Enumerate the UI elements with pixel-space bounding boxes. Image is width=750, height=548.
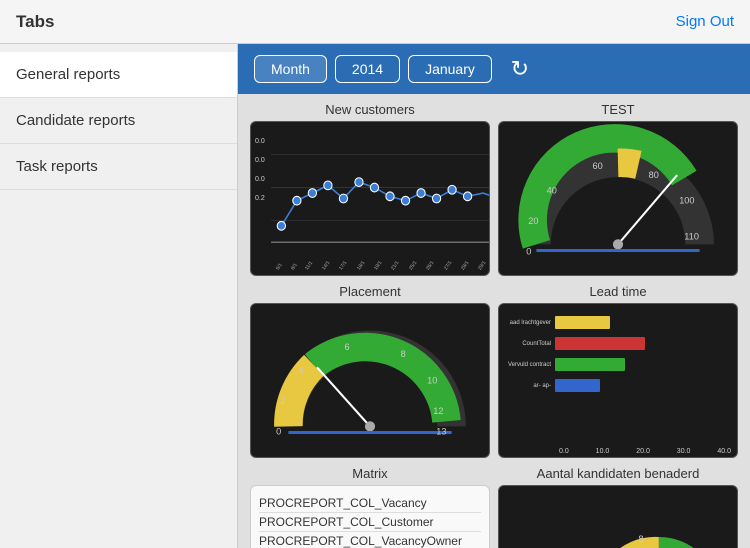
chart-matrix-box: PROCREPORT_COL_Vacancy PROCREPORT_COL_Cu… [250, 485, 490, 548]
svg-text:8: 8 [638, 534, 643, 544]
chart-new-customers-title: New customers [325, 102, 415, 117]
charts-grid: New customers 0.0 0.0 0.0 0.2 [238, 94, 750, 548]
chart-test: TEST 0 [498, 102, 738, 276]
refresh-icon: ↻ [511, 56, 529, 82]
matrix-row-1: PROCREPORT_COL_Customer [259, 513, 481, 532]
refresh-button[interactable]: ↻ [504, 53, 536, 85]
sidebar-item-general[interactable]: General reports [0, 52, 237, 98]
chart-new-customers-box: 0.0 0.0 0.0 0.2 [250, 121, 490, 276]
signout-link[interactable]: Sign Out [676, 13, 734, 30]
svg-text:12: 12 [433, 406, 443, 416]
y-label-4: 0.2 [255, 195, 265, 202]
svg-text:60: 60 [593, 161, 603, 171]
y-label-2: 0.0 [255, 157, 265, 164]
chart-aantal: Aantal kandidaten benaderd 6 8 4 [498, 466, 738, 548]
placement-gauge-svg: 0 2 4 6 8 10 12 13 [251, 304, 489, 457]
svg-text:8: 8 [401, 349, 406, 359]
matrix-row-2: PROCREPORT_COL_VacancyOwner [259, 532, 481, 548]
bar-row-2: CountTotal [499, 337, 729, 350]
chart-placement-box: 0 2 4 6 8 10 12 13 [250, 303, 490, 458]
svg-text:110: 110 [684, 231, 699, 241]
month-button[interactable]: Month [254, 55, 327, 83]
chart-lead-time-box: aad lrachtgever CountTotal Vervuld contr… [498, 303, 738, 458]
svg-text:2: 2 [280, 396, 285, 406]
bar-row-3: Vervuld contract [499, 358, 729, 371]
chart-matrix-title: Matrix [352, 466, 387, 481]
bar-row-1: aad lrachtgever [499, 316, 729, 329]
svg-text:0: 0 [526, 247, 531, 257]
chart-placement: Placement 0 [250, 284, 490, 458]
chart-placement-title: Placement [339, 284, 400, 299]
chart-aantal-title: Aantal kandidaten benaderd [537, 466, 700, 481]
chart-new-customers: New customers 0.0 0.0 0.0 0.2 [250, 102, 490, 276]
svg-text:100: 100 [679, 196, 694, 206]
topbar: Month 2014 January ↻ [238, 44, 750, 94]
chart-test-box: 0 20 40 60 80 100 110 [498, 121, 738, 276]
svg-text:13: 13 [436, 427, 446, 437]
svg-text:20: 20 [528, 216, 538, 226]
svg-text:0: 0 [276, 427, 281, 437]
x-axis-new-customers: 5/1 8/1 11/1 14/1 17/1 18/1 19/1 21/1 25… [275, 268, 487, 274]
chart-test-title: TEST [601, 102, 634, 117]
content-area: Month 2014 January ↻ New customers 0.0 0… [238, 44, 750, 548]
line-chart-svg [271, 122, 490, 275]
svg-text:80: 80 [649, 170, 659, 180]
main-layout: General reports Candidate reports Task r… [0, 44, 750, 548]
app-title: Tabs [16, 12, 54, 32]
month-name-button[interactable]: January [408, 55, 492, 83]
svg-text:10: 10 [427, 376, 437, 386]
sidebar-item-task[interactable]: Task reports [0, 144, 237, 190]
bar-4 [555, 379, 600, 392]
chart-lead-time: Lead time aad lrachtgever CountTotal [498, 284, 738, 458]
sidebar: General reports Candidate reports Task r… [0, 44, 238, 548]
test-gauge-svg: 0 20 40 60 80 100 110 [499, 122, 737, 275]
chart-aantal-box: 6 8 4 [498, 485, 738, 548]
chart-lead-time-title: Lead time [589, 284, 646, 299]
bar-chart-area: aad lrachtgever CountTotal Vervuld contr… [499, 312, 729, 439]
svg-text:4: 4 [299, 365, 304, 375]
y-label-1: 0.0 [255, 138, 265, 145]
svg-text:40: 40 [547, 185, 557, 195]
chart-matrix: Matrix PROCREPORT_COL_Vacancy PROCREPORT… [250, 466, 490, 548]
year-button[interactable]: 2014 [335, 55, 400, 83]
matrix-row-0: PROCREPORT_COL_Vacancy [259, 494, 481, 513]
sidebar-item-candidate[interactable]: Candidate reports [0, 98, 237, 144]
app-header: Tabs Sign Out [0, 0, 750, 44]
bar-2 [555, 337, 645, 350]
svg-text:6: 6 [345, 342, 350, 352]
bar-x-axis: 0.0 10.0 20.0 30.0 40.0 [559, 448, 731, 455]
y-label-3: 0.0 [255, 176, 265, 183]
bar-3 [555, 358, 625, 371]
bar-1 [555, 316, 610, 329]
pie-chart-svg: 6 8 4 [499, 486, 737, 548]
bar-row-4: ar- ap- [499, 379, 729, 392]
